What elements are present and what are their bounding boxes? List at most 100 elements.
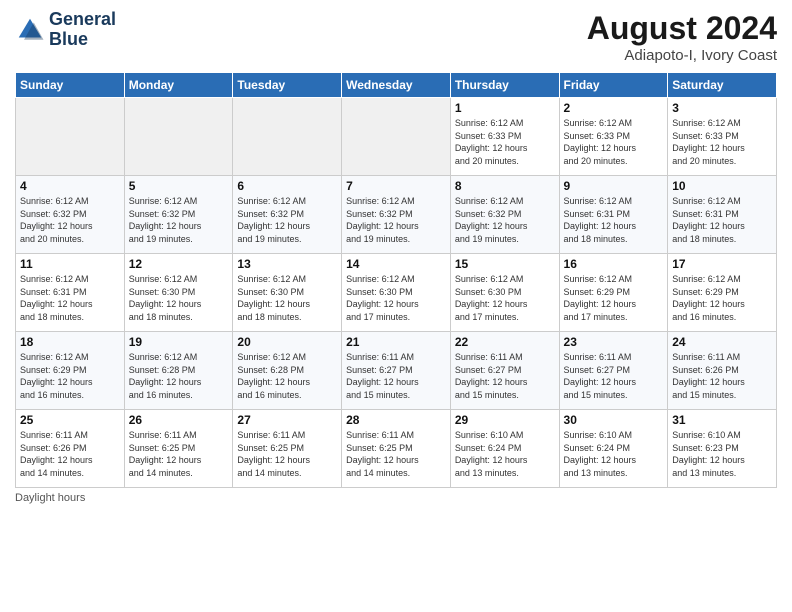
day-info: Sunrise: 6:12 AM Sunset: 6:30 PM Dayligh… — [346, 273, 446, 323]
logo-icon — [15, 15, 45, 45]
day-info: Sunrise: 6:12 AM Sunset: 6:30 PM Dayligh… — [129, 273, 229, 323]
day-number: 21 — [346, 335, 446, 349]
day-info: Sunrise: 6:11 AM Sunset: 6:25 PM Dayligh… — [129, 429, 229, 479]
title-block: August 2024 Adiapoto-I, Ivory Coast — [587, 10, 777, 64]
logo-text: General Blue — [49, 10, 116, 50]
day-number: 17 — [672, 257, 772, 271]
week-row-4: 18 Sunrise: 6:12 AM Sunset: 6:29 PM Dayli… — [16, 332, 777, 410]
calendar-cell: 15Sunrise: 6:12 AM Sunset: 6:30 PM Dayli… — [450, 254, 559, 332]
day-info: Sunrise: 6:12 AM Sunset: 6:32 PM Dayligh… — [129, 195, 229, 245]
day-info: Sunrise: 6:12 AM Sunset: 6:31 PM Dayligh… — [564, 195, 664, 245]
calendar-cell: 30 Sunrise: 6:10 AM Sunset: 6:24 PM Dayli… — [559, 410, 668, 488]
day-info: Sunrise: 6:11 AM Sunset: 6:26 PM Dayligh… — [672, 351, 772, 401]
calendar-cell: 10Sunrise: 6:12 AM Sunset: 6:31 PM Dayli… — [668, 176, 777, 254]
day-number: 13 — [237, 257, 337, 271]
calendar-cell: 6 Sunrise: 6:12 AM Sunset: 6:32 PM Daylig… — [233, 176, 342, 254]
day-number: 15 — [455, 257, 555, 271]
day-info: Sunrise: 6:10 AM Sunset: 6:23 PM Dayligh… — [672, 429, 772, 479]
calendar-cell: 14 Sunrise: 6:12 AM Sunset: 6:30 PM Dayli… — [342, 254, 451, 332]
calendar-cell: 5 Sunrise: 6:12 AM Sunset: 6:32 PM Daylig… — [124, 176, 233, 254]
day-number: 4 — [20, 179, 120, 193]
calendar-cell: 27 Sunrise: 6:11 AM Sunset: 6:25 PM Dayli… — [233, 410, 342, 488]
day-number: 30 — [564, 413, 664, 427]
calendar-cell — [16, 98, 125, 176]
calendar-cell: 17 Sunrise: 6:12 AM Sunset: 6:29 PM Dayli… — [668, 254, 777, 332]
calendar-cell: 25 Sunrise: 6:11 AM Sunset: 6:26 PM Dayli… — [16, 410, 125, 488]
calendar-cell: 20Sunrise: 6:12 AM Sunset: 6:28 PM Dayli… — [233, 332, 342, 410]
header-cell-friday: Friday — [559, 73, 668, 98]
day-number: 31 — [672, 413, 772, 427]
calendar-cell — [342, 98, 451, 176]
day-info: Sunrise: 6:10 AM Sunset: 6:24 PM Dayligh… — [564, 429, 664, 479]
day-info: Sunrise: 6:11 AM Sunset: 6:25 PM Dayligh… — [346, 429, 446, 479]
day-info: Sunrise: 6:11 AM Sunset: 6:25 PM Dayligh… — [237, 429, 337, 479]
calendar-cell: 2Sunrise: 6:12 AM Sunset: 6:33 PM Daylig… — [559, 98, 668, 176]
footer-note: Daylight hours — [15, 492, 777, 504]
day-number: 6 — [237, 179, 337, 193]
day-info: Sunrise: 6:11 AM Sunset: 6:26 PM Dayligh… — [20, 429, 120, 479]
week-row-5: 25 Sunrise: 6:11 AM Sunset: 6:26 PM Dayli… — [16, 410, 777, 488]
header-cell-monday: Monday — [124, 73, 233, 98]
day-number: 22 — [455, 335, 555, 349]
day-number: 28 — [346, 413, 446, 427]
calendar-cell: 18 Sunrise: 6:12 AM Sunset: 6:29 PM Dayli… — [16, 332, 125, 410]
day-number: 11 — [20, 257, 120, 271]
calendar-cell — [124, 98, 233, 176]
day-number: 26 — [129, 413, 229, 427]
calendar-cell: 28 Sunrise: 6:11 AM Sunset: 6:25 PM Dayli… — [342, 410, 451, 488]
calendar-cell: 16 Sunrise: 6:12 AM Sunset: 6:29 PM Dayli… — [559, 254, 668, 332]
day-number: 18 — [20, 335, 120, 349]
day-info: Sunrise: 6:12 AM Sunset: 6:31 PM Dayligh… — [20, 273, 120, 323]
day-number: 3 — [672, 101, 772, 115]
day-number: 14 — [346, 257, 446, 271]
calendar-cell: 8 Sunrise: 6:12 AM Sunset: 6:32 PM Daylig… — [450, 176, 559, 254]
day-number: 8 — [455, 179, 555, 193]
month-title: August 2024 — [587, 10, 777, 47]
day-number: 24 — [672, 335, 772, 349]
calendar-cell: 12 Sunrise: 6:12 AM Sunset: 6:30 PM Dayli… — [124, 254, 233, 332]
header-cell-thursday: Thursday — [450, 73, 559, 98]
day-number: 1 — [455, 101, 555, 115]
day-info: Sunrise: 6:12 AM Sunset: 6:33 PM Dayligh… — [455, 117, 555, 167]
day-info: Sunrise: 6:12 AM Sunset: 6:29 PM Dayligh… — [564, 273, 664, 323]
calendar-cell: 23Sunrise: 6:11 AM Sunset: 6:27 PM Dayli… — [559, 332, 668, 410]
day-info: Sunrise: 6:10 AM Sunset: 6:24 PM Dayligh… — [455, 429, 555, 479]
day-number: 20 — [237, 335, 337, 349]
day-number: 12 — [129, 257, 229, 271]
day-number: 5 — [129, 179, 229, 193]
week-row-1: 1 Sunrise: 6:12 AM Sunset: 6:33 PM Daylig… — [16, 98, 777, 176]
logo-line1: General — [49, 10, 116, 30]
day-info: Sunrise: 6:12 AM Sunset: 6:33 PM Dayligh… — [564, 117, 664, 167]
calendar-cell: 24 Sunrise: 6:11 AM Sunset: 6:26 PM Dayli… — [668, 332, 777, 410]
day-number: 7 — [346, 179, 446, 193]
footer-text: Daylight hours — [15, 492, 85, 504]
day-info: Sunrise: 6:12 AM Sunset: 6:32 PM Dayligh… — [20, 195, 120, 245]
calendar-cell: 21Sunrise: 6:11 AM Sunset: 6:27 PM Dayli… — [342, 332, 451, 410]
header-cell-wednesday: Wednesday — [342, 73, 451, 98]
header-cell-sunday: Sunday — [16, 73, 125, 98]
calendar-cell: 22Sunrise: 6:11 AM Sunset: 6:27 PM Dayli… — [450, 332, 559, 410]
calendar-cell: 1 Sunrise: 6:12 AM Sunset: 6:33 PM Daylig… — [450, 98, 559, 176]
location-title: Adiapoto-I, Ivory Coast — [587, 47, 777, 64]
day-info: Sunrise: 6:12 AM Sunset: 6:29 PM Dayligh… — [672, 273, 772, 323]
calendar-cell: 31 Sunrise: 6:10 AM Sunset: 6:23 PM Dayli… — [668, 410, 777, 488]
day-number: 9 — [564, 179, 664, 193]
day-info: Sunrise: 6:12 AM Sunset: 6:32 PM Dayligh… — [237, 195, 337, 245]
calendar-table: SundayMondayTuesdayWednesdayThursdayFrid… — [15, 72, 777, 488]
day-info: Sunrise: 6:12 AM Sunset: 6:30 PM Dayligh… — [237, 273, 337, 323]
header-cell-saturday: Saturday — [668, 73, 777, 98]
calendar-cell: 7Sunrise: 6:12 AM Sunset: 6:32 PM Daylig… — [342, 176, 451, 254]
header-row: SundayMondayTuesdayWednesdayThursdayFrid… — [16, 73, 777, 98]
calendar-cell: 11 Sunrise: 6:12 AM Sunset: 6:31 PM Dayli… — [16, 254, 125, 332]
day-info: Sunrise: 6:12 AM Sunset: 6:32 PM Dayligh… — [455, 195, 555, 245]
day-number: 16 — [564, 257, 664, 271]
day-number: 19 — [129, 335, 229, 349]
calendar-cell: 13 Sunrise: 6:12 AM Sunset: 6:30 PM Dayli… — [233, 254, 342, 332]
day-number: 25 — [20, 413, 120, 427]
day-number: 27 — [237, 413, 337, 427]
calendar-cell: 9 Sunrise: 6:12 AM Sunset: 6:31 PM Daylig… — [559, 176, 668, 254]
day-info: Sunrise: 6:12 AM Sunset: 6:29 PM Dayligh… — [20, 351, 120, 401]
header-cell-tuesday: Tuesday — [233, 73, 342, 98]
page: General Blue August 2024 Adiapoto-I, Ivo… — [0, 0, 792, 612]
logo: General Blue — [15, 10, 116, 50]
